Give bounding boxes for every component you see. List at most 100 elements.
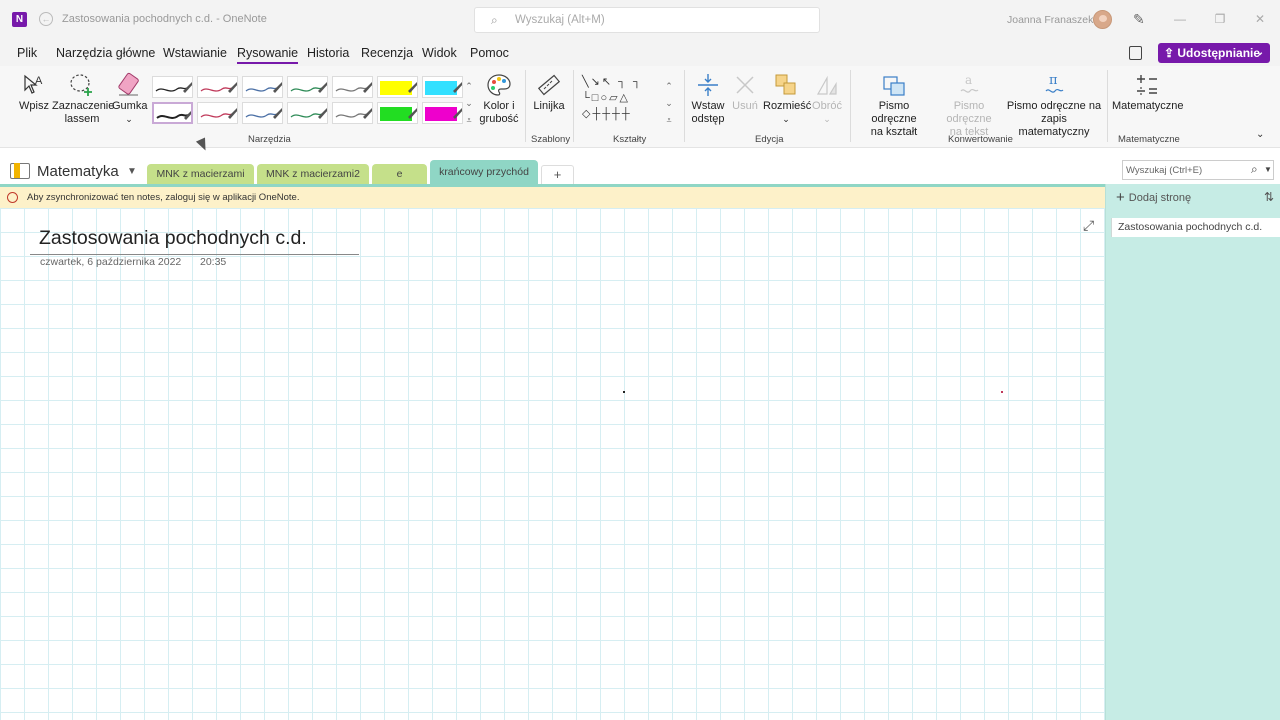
chevron-down-icon[interactable]: ⌄	[112, 113, 146, 126]
rotate-button[interactable]: Obróć ⌄	[811, 72, 843, 126]
pen-swatch[interactable]	[332, 102, 373, 124]
arrange-icon	[775, 74, 796, 95]
ruler-icon	[537, 74, 561, 96]
section-tabs-bar: Matematyka ▼ MNK z macierzami MNK z maci…	[0, 158, 1280, 184]
restore-icon[interactable]: ❐	[1210, 12, 1230, 26]
chevron-down-icon[interactable]: ⌄	[811, 113, 843, 126]
lasso-button[interactable]: Zaznaczenie lassem	[52, 72, 114, 126]
sync-error-icon	[7, 192, 18, 203]
menu-help[interactable]: Pomoc	[470, 46, 509, 60]
add-section-button[interactable]: +	[541, 165, 574, 184]
insert-space-button[interactable]: Wstaw odstęp	[689, 72, 727, 126]
search-icon[interactable]: ⌕	[1251, 162, 1258, 177]
shapes-row-charts[interactable]: ◇┼┼┼┼	[582, 106, 662, 122]
ink-to-shape-icon	[883, 76, 905, 96]
chevron-down-icon[interactable]: ⌄	[763, 113, 809, 126]
menu-draw[interactable]: Rysowanie	[237, 46, 299, 64]
delete-button[interactable]: Usuń	[731, 72, 759, 113]
pen-swatch[interactable]	[287, 102, 328, 124]
tab-e[interactable]: e	[372, 164, 427, 184]
search-placeholder: Wyszukaj (Alt+M)	[515, 14, 605, 26]
avatar[interactable]	[1093, 10, 1112, 29]
pen-swatch[interactable]	[152, 76, 193, 98]
ruler-label: Linijka	[533, 100, 565, 112]
lasso-label-2: lassem	[64, 113, 100, 125]
scroll-up-icon[interactable]: ⌃	[664, 78, 674, 95]
pen-swatch[interactable]	[242, 102, 283, 124]
ribbon: A Wpisz Zaznaczenie lassem Gumka ⌄ ⌃ ⌄ ⩡…	[0, 66, 1280, 148]
ink-to-text-button[interactable]: a Pismo odręczne na tekst	[932, 72, 1006, 139]
share-button[interactable]: ⇪ Udostępnianie ⌄	[1158, 43, 1270, 63]
tab-mnk-z-macierzami2[interactable]: MNK z macierzami2	[257, 164, 369, 184]
menu-file[interactable]: Plik	[17, 46, 37, 60]
menu-insert[interactable]: Wstawianie	[163, 46, 227, 60]
pen-swatch[interactable]	[332, 76, 373, 98]
page-search-box[interactable]: Wyszukaj (Ctrl+E) ⌕ ▼	[1122, 160, 1274, 180]
back-icon[interactable]: ←	[39, 12, 53, 26]
gallery-more-icon[interactable]: ⩡	[664, 112, 674, 129]
user-name[interactable]: Joanna Franaszek	[1007, 14, 1093, 26]
notebook-icon[interactable]	[1129, 46, 1142, 60]
ink-to-shape-button[interactable]: Pismo odręczne na kształt	[856, 72, 932, 139]
ink-to-math-button[interactable]: π Pismo odręczne na zapis matematyczny	[1006, 72, 1102, 139]
divider	[525, 70, 526, 142]
type-button[interactable]: A Wpisz	[18, 72, 50, 113]
pen-icon[interactable]: ✎	[1133, 11, 1145, 28]
window-title: Zastosowania pochodnych c.d. - OneNote	[62, 13, 267, 25]
page-date: czwartek, 6 października 2022	[40, 256, 182, 268]
pen-gallery-scroll[interactable]: ⌃ ⌄ ⩡	[464, 78, 474, 132]
insert-space-label-2: odstęp	[691, 113, 725, 125]
ruler-button[interactable]: Linijka	[531, 72, 567, 113]
scroll-down-icon[interactable]: ⌄	[664, 95, 674, 112]
shapes-gallery-scroll[interactable]: ⌃ ⌄ ⩡	[664, 78, 674, 132]
ink-to-math-label-2: zapis matematyczny	[1018, 113, 1090, 138]
chevron-down-icon[interactable]: ▼	[1264, 165, 1272, 174]
highlighter-icon	[425, 81, 462, 95]
menu-view[interactable]: Widok	[422, 46, 457, 60]
pen-swatch[interactable]	[197, 102, 238, 124]
gallery-more-icon[interactable]: ⩡	[464, 112, 474, 129]
ink-to-text-icon: a	[960, 73, 979, 93]
pen-swatch[interactable]	[287, 76, 328, 98]
share-label: Udostępnianie	[1177, 46, 1261, 60]
expand-icon[interactable]: ⤢	[1083, 217, 1094, 234]
sort-icon[interactable]: ⇅	[1264, 190, 1274, 204]
svg-text:π: π	[1049, 73, 1058, 88]
pen-swatch[interactable]	[242, 76, 283, 98]
add-page-button[interactable]: + Dodaj stronę	[1116, 189, 1191, 206]
arrange-button[interactable]: Rozmieść ⌄	[763, 72, 811, 126]
eraser-button[interactable]: Gumka ⌄	[112, 72, 147, 126]
group-label-templates: Szablony	[531, 134, 571, 145]
scroll-up-icon[interactable]: ⌃	[464, 78, 474, 95]
math-button[interactable]: Matematyczne	[1112, 72, 1184, 113]
collapse-ribbon-icon[interactable]: ⌄	[1256, 129, 1264, 140]
pen-swatch[interactable]	[197, 76, 238, 98]
pen-swatch[interactable]	[152, 102, 193, 124]
chevron-down-icon[interactable]: ▼	[127, 166, 137, 177]
menu-history[interactable]: Historia	[307, 46, 349, 60]
title-underline	[30, 254, 359, 255]
minimize-icon[interactable]: —	[1170, 12, 1190, 26]
tab-mnk-z-macierzami[interactable]: MNK z macierzami	[147, 164, 254, 184]
page-canvas[interactable]: Zastosowania pochodnych c.d. czwartek, 6…	[0, 208, 1105, 720]
menu-review[interactable]: Recenzja	[361, 46, 413, 60]
page-list-item[interactable]: Zastosowania pochodnych c.d.	[1111, 218, 1280, 237]
search-box[interactable]: ⌕ Wyszukaj (Alt+M)	[474, 7, 820, 33]
pen-swatch[interactable]	[377, 76, 418, 98]
shapes-row-lines[interactable]: ╲↘↖ ┐ ┐	[582, 74, 662, 90]
menu-home[interactable]: Narzędzia główne	[56, 46, 155, 60]
chevron-down-icon[interactable]: ⌄	[1256, 43, 1264, 63]
sync-notice-text[interactable]: Aby zsynchronizować ten notes, zaloguj s…	[27, 192, 299, 203]
pen-swatch[interactable]	[377, 102, 418, 124]
notebook-name[interactable]: Matematyka	[37, 163, 119, 180]
pen-swatch[interactable]	[422, 102, 463, 124]
page-title[interactable]: Zastosowania pochodnych c.d.	[39, 227, 307, 250]
pen-swatch[interactable]	[422, 76, 463, 98]
color-thickness-button[interactable]: Kolor i grubość	[478, 72, 520, 126]
notebook-icon[interactable]	[10, 163, 30, 179]
shapes-gallery[interactable]: ╲↘↖ ┐ ┐ └□○▱△ ◇┼┼┼┼	[582, 74, 662, 124]
shapes-row-basic[interactable]: └□○▱△	[582, 90, 662, 106]
close-icon[interactable]: ✕	[1250, 12, 1270, 26]
tab-krancowy-przychod[interactable]: krańcowy przychód	[430, 160, 538, 184]
scroll-down-icon[interactable]: ⌄	[464, 95, 474, 112]
